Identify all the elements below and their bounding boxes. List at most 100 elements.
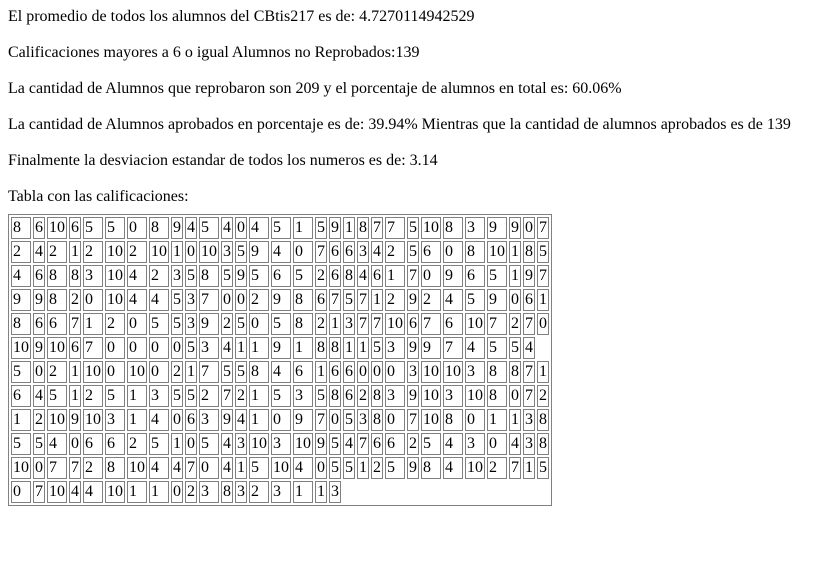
- grade-cell: 2: [537, 385, 549, 407]
- grade-cell: 2: [357, 385, 369, 407]
- grade-cell: 7: [69, 457, 81, 479]
- grade-cell: 10: [249, 433, 269, 455]
- grade-cell: 5: [199, 217, 219, 239]
- grade-cell: 7: [443, 337, 463, 359]
- grade-cell: 7: [83, 337, 103, 359]
- grade-cell: 1: [509, 409, 521, 431]
- grade-cell: 4: [33, 385, 45, 407]
- grade-cell: 5: [315, 385, 327, 407]
- grade-cell: 10: [127, 361, 147, 383]
- grade-cell: 6: [271, 265, 291, 287]
- grade-cell: 10: [11, 337, 31, 359]
- grade-cell: 2: [385, 289, 405, 311]
- grade-cell: 10: [47, 409, 67, 431]
- grade-cell: 3: [407, 361, 419, 383]
- grade-cell: 6: [69, 337, 81, 359]
- grade-cell: 3: [235, 481, 247, 503]
- grade-cell: 8: [105, 457, 125, 479]
- grade-cell: 10: [105, 481, 125, 503]
- grade-cell: 0: [509, 385, 521, 407]
- grade-cell: 9: [407, 385, 419, 407]
- grade-cell: 5: [235, 313, 247, 335]
- grade-cell: 2: [83, 457, 103, 479]
- grade-cell: 10: [421, 409, 441, 431]
- grade-cell: 7: [357, 433, 369, 455]
- grade-cell: 4: [149, 289, 169, 311]
- grade-cell: 7: [199, 361, 219, 383]
- grade-cell: 10: [293, 433, 313, 455]
- grade-cell: 1: [293, 217, 313, 239]
- grade-cell: 1: [537, 289, 549, 311]
- table-title: Tabla con las calificaciones:: [8, 188, 189, 205]
- grade-cell: 3: [385, 337, 405, 359]
- grade-cell: 7: [385, 217, 405, 239]
- table-row: 10 9 10 6 7 0 0 0 0 5 3 4 1 1 9 1 8 8 1 1 5 3 9 9 7 4 5 5 4: [11, 337, 549, 359]
- grade-cell: 7: [199, 289, 219, 311]
- grade-cell: 7: [523, 385, 535, 407]
- grade-cell: 6: [371, 265, 383, 287]
- grade-cell: 8: [199, 265, 219, 287]
- grade-cell: 6: [33, 313, 45, 335]
- grade-cell: 1: [171, 241, 183, 263]
- grade-cell: 2: [127, 241, 147, 263]
- grade-cell: 5: [371, 337, 383, 359]
- grade-cell: 7: [329, 289, 341, 311]
- grade-cell: 0: [127, 337, 147, 359]
- grade-cell: 10: [47, 337, 67, 359]
- grade-cell: 8: [11, 217, 31, 239]
- grade-cell: 0: [149, 337, 169, 359]
- grade-cell: 0: [127, 217, 147, 239]
- grade-cell: 9: [33, 337, 45, 359]
- grade-cell: 10: [421, 385, 441, 407]
- grade-cell: 0: [537, 313, 549, 335]
- grade-cell: 8: [443, 217, 463, 239]
- grade-cell: 5: [249, 265, 269, 287]
- grade-cell: 3: [443, 385, 463, 407]
- grade-cell: 5: [407, 241, 419, 263]
- grade-cell: 7: [407, 265, 419, 287]
- grade-cell: 6: [523, 289, 535, 311]
- grade-cell: 10: [465, 385, 485, 407]
- grade-cell: 8: [509, 361, 521, 383]
- grade-cell: 6: [105, 433, 125, 455]
- grade-cell: 3: [523, 433, 535, 455]
- grade-cell: 6: [465, 265, 485, 287]
- grade-cell: 9: [11, 289, 31, 311]
- grade-cell: 2: [83, 241, 103, 263]
- grade-cell: 5: [465, 289, 485, 311]
- grade-cell: 7: [371, 313, 383, 335]
- grade-cell: 7: [487, 313, 507, 335]
- grade-cell: 4: [171, 457, 183, 479]
- grade-cell: 8: [293, 313, 313, 335]
- grade-cell: 5: [171, 385, 183, 407]
- grade-cell: 9: [271, 289, 291, 311]
- grade-cell: 5: [11, 361, 31, 383]
- grade-cell: 2: [149, 265, 169, 287]
- grade-cell: 6: [33, 217, 45, 239]
- grade-cell: 5: [385, 457, 405, 479]
- grade-cell: 3: [105, 409, 125, 431]
- grade-cell: 2: [407, 433, 419, 455]
- table-row: 9 9 8 2 0 10 4 4 5 3 7 0 0 2 9 8 6 7 5 7 1 2 9 2 4 5 9 0 6 1: [11, 289, 549, 311]
- grade-cell: 4: [149, 409, 169, 431]
- grade-cell: 6: [343, 385, 355, 407]
- grade-cell: 5: [329, 433, 341, 455]
- grade-cell: 5: [185, 265, 197, 287]
- table-row: 5 5 4 0 6 6 2 5 1 0 5 4 3 10 3 10 9 5 4 7 6 6 2 5 4 3 0 4 3 8: [11, 433, 549, 455]
- grade-cell: 10: [421, 361, 441, 383]
- grade-cell: 10: [199, 241, 219, 263]
- grade-cell: 7: [537, 217, 549, 239]
- grade-cell: 4: [47, 433, 67, 455]
- grade-cell: 5: [487, 265, 507, 287]
- grade-cell: 2: [105, 313, 125, 335]
- grade-cell: 1: [357, 337, 369, 359]
- grade-cell: 0: [487, 433, 507, 455]
- grade-cell: 5: [271, 385, 291, 407]
- grade-cell: 9: [421, 337, 441, 359]
- grade-cell: 0: [371, 361, 383, 383]
- grade-cell: 7: [185, 457, 197, 479]
- grade-cell: 8: [249, 361, 269, 383]
- grade-cell: 2: [185, 481, 197, 503]
- grade-cell: 6: [329, 361, 341, 383]
- grade-cell: 0: [185, 433, 197, 455]
